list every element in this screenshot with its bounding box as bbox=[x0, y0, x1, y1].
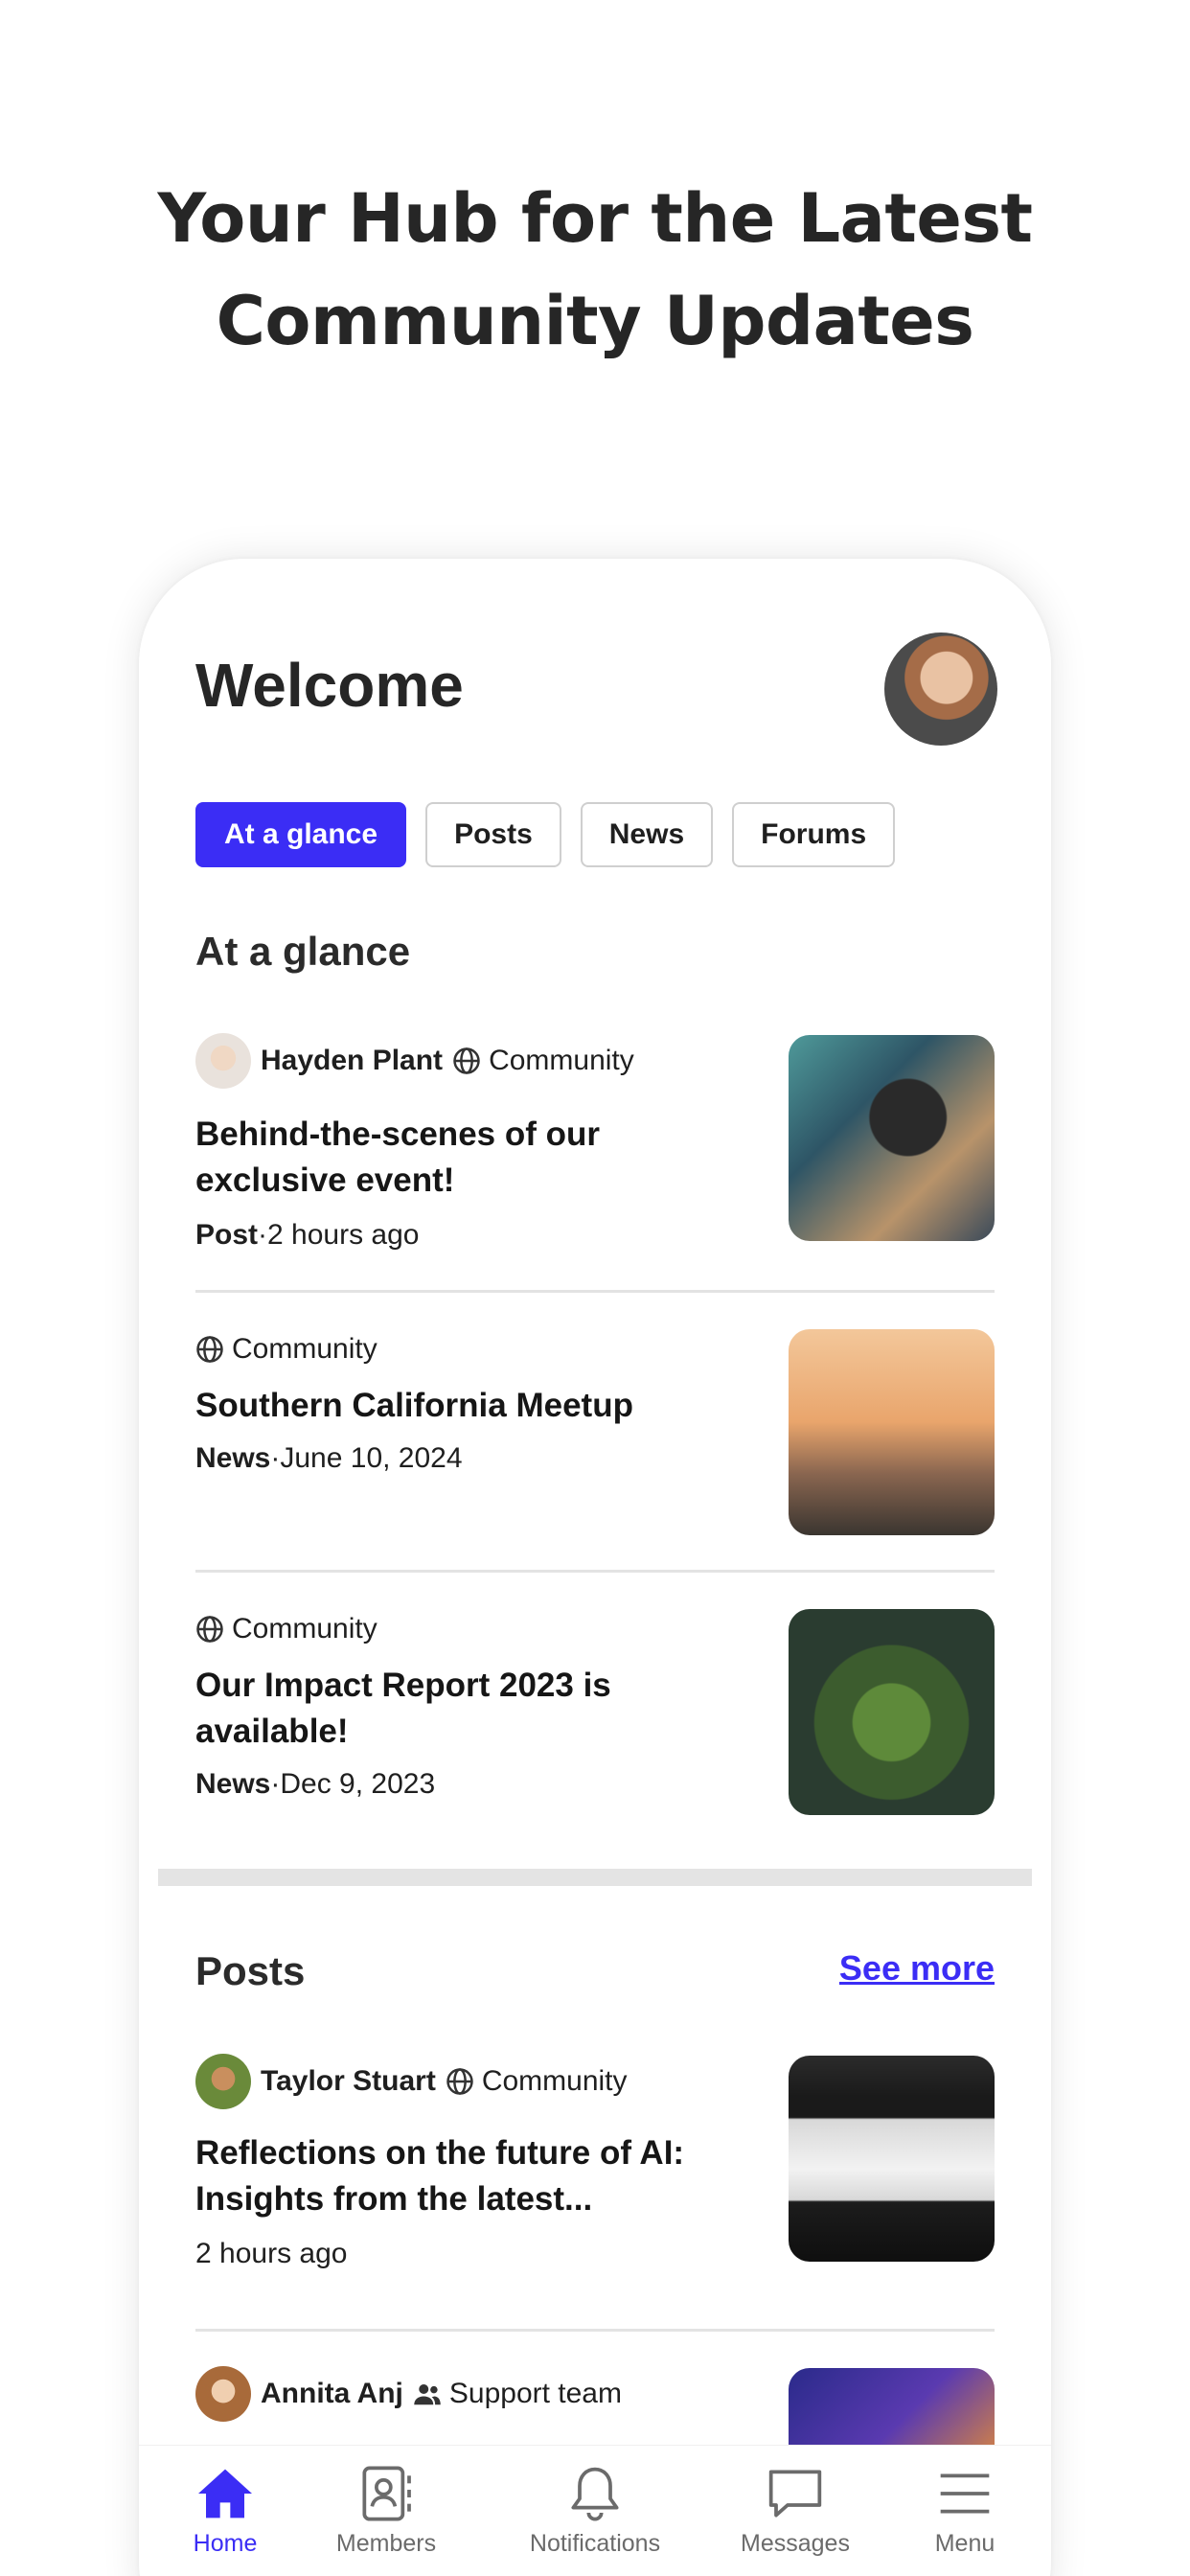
item-type: News bbox=[195, 1442, 271, 1474]
item-time: ·June 10, 2024 bbox=[270, 1442, 463, 1474]
page-title: Welcome bbox=[195, 651, 464, 720]
nav-messages[interactable]: Messages bbox=[709, 2463, 881, 2558]
home-icon bbox=[198, 2469, 252, 2518]
city-sunset-image bbox=[789, 1329, 995, 1535]
bottom-nav: Home Members Notifications Messages Menu bbox=[139, 2445, 1051, 2576]
globe-icon bbox=[453, 1047, 480, 1074]
item-type: Post bbox=[195, 1219, 259, 1251]
space-name[interactable]: Community bbox=[489, 1045, 634, 1077]
item-title[interactable]: Southern California Meetup bbox=[195, 1383, 770, 1429]
space-name[interactable]: Community bbox=[482, 2065, 628, 2098]
nav-label: Members bbox=[335, 2530, 437, 2557]
tab-posts[interactable]: Posts bbox=[425, 802, 561, 867]
headline-line-2: Community Updates bbox=[216, 282, 974, 360]
nav-label: Messages bbox=[741, 2530, 850, 2557]
space-name[interactable]: Community bbox=[232, 1333, 378, 1366]
author-name[interactable]: Hayden Plant bbox=[261, 1045, 443, 1077]
profile-avatar[interactable] bbox=[884, 632, 997, 746]
section-title-posts: Posts bbox=[195, 1948, 306, 1993]
globe-icon bbox=[196, 1616, 223, 1643]
chat-icon bbox=[768, 2470, 822, 2518]
item-time: ·2 hours ago bbox=[258, 1219, 420, 1251]
members-icon bbox=[362, 2466, 411, 2521]
microphone-image bbox=[789, 1035, 995, 1241]
item-type: News bbox=[195, 1768, 271, 1800]
author-avatar bbox=[195, 2054, 251, 2109]
divider bbox=[195, 2329, 995, 2332]
globe-icon bbox=[196, 1336, 223, 1363]
nav-members[interactable]: Members bbox=[300, 2463, 472, 2558]
tab-forums[interactable]: Forums bbox=[732, 802, 896, 867]
list-item[interactable]: Hayden Plant Community Behind-the-scenes… bbox=[195, 1033, 995, 1265]
item-title[interactable]: Reflections on the future of AI: Insight… bbox=[195, 2130, 713, 2222]
list-item[interactable]: Community Southern California Meetup New… bbox=[195, 1325, 995, 1535]
nav-label: Menu bbox=[934, 2530, 995, 2557]
space-name[interactable]: Support team bbox=[449, 2378, 622, 2410]
author-avatar bbox=[195, 1033, 251, 1089]
item-title[interactable]: Our Impact Report 2023 is available! bbox=[195, 1663, 732, 1755]
item-time: ·Dec 9, 2023 bbox=[270, 1768, 436, 1800]
globe-icon bbox=[446, 2068, 473, 2095]
author-avatar bbox=[195, 2366, 251, 2422]
nav-label: Notifications bbox=[529, 2530, 661, 2557]
nav-notifications[interactable]: Notifications bbox=[470, 2463, 720, 2558]
plant-image bbox=[789, 1609, 995, 1815]
tab-at-a-glance[interactable]: At a glance bbox=[195, 802, 407, 867]
author-name[interactable]: Annita Anj bbox=[261, 2378, 403, 2410]
space-name[interactable]: Community bbox=[232, 1613, 378, 1645]
tab-news[interactable]: News bbox=[580, 802, 714, 867]
list-item[interactable]: Taylor Stuart Community Reflections on t… bbox=[195, 2054, 995, 2286]
see-more-link[interactable]: See more bbox=[839, 1948, 995, 1989]
presentation-image bbox=[789, 2056, 995, 2262]
author-name[interactable]: Taylor Stuart bbox=[261, 2065, 436, 2098]
nav-label: Home bbox=[193, 2530, 258, 2557]
divider bbox=[195, 1290, 995, 1293]
list-item[interactable]: Community Our Impact Report 2023 is avai… bbox=[195, 1605, 995, 1816]
divider bbox=[195, 1570, 995, 1573]
section-title-glance: At a glance bbox=[195, 929, 411, 974]
phone-frame: Welcome At a glance Posts News Forums At… bbox=[139, 559, 1051, 2576]
tab-bar: At a glance Posts News Forums bbox=[195, 802, 896, 867]
nav-home[interactable]: Home bbox=[139, 2463, 311, 2558]
nav-menu[interactable]: Menu bbox=[879, 2463, 1051, 2558]
item-title[interactable]: Behind-the-scenes of our exclusive event… bbox=[195, 1112, 732, 1204]
section-separator bbox=[158, 1869, 1032, 1886]
bell-icon bbox=[571, 2467, 619, 2521]
people-icon bbox=[414, 2384, 441, 2405]
headline-line-1: Your Hub for the Latest bbox=[157, 179, 1033, 258]
headline: Your Hub for the Latest Community Update… bbox=[0, 168, 1190, 373]
menu-icon bbox=[940, 2473, 990, 2514]
